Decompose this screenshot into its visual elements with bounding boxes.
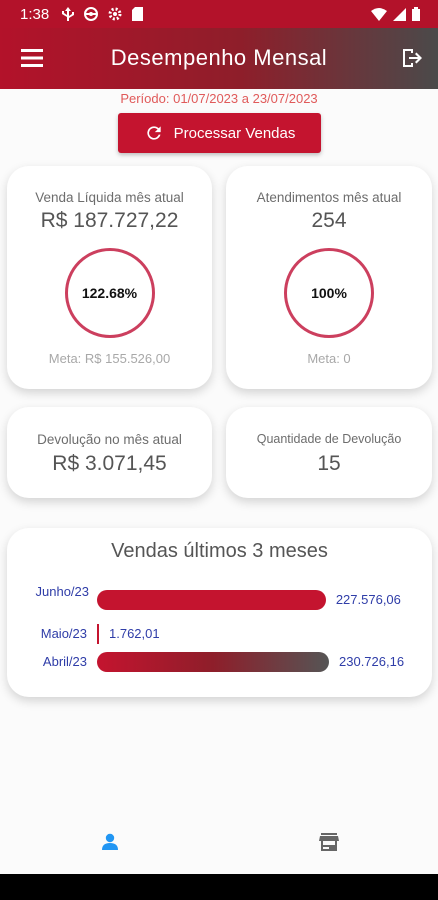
bar-label: Junho/23 [35, 584, 90, 599]
process-sales-label: Processar Vendas [173, 124, 296, 142]
services-progress-ring: 100% [284, 248, 374, 338]
bar-value: 230.726,16 [339, 654, 405, 669]
bar-value: 227.576,06 [335, 592, 401, 607]
app-bar: Desempenho Mensal [0, 28, 438, 89]
process-sales-button[interactable]: Processar Vendas [118, 113, 321, 153]
usb-icon [62, 7, 74, 21]
bar-label: Abril/23 [42, 654, 87, 669]
sales-bar-chart: Junho/23 227.576,06 Maio/23 1.762,01 Abril/2… [7, 528, 432, 697]
net-sales-progress-ring: 122.68% [64, 248, 155, 338]
store-icon[interactable] [319, 833, 339, 851]
services-value: 254 [311, 209, 347, 232]
bar [97, 652, 329, 672]
bar [97, 624, 99, 644]
period-text: Período: 01/07/2023 a 23/07/2023 [120, 91, 318, 106]
status-time: 1:38 [20, 6, 50, 23]
sales-chart-card: Vendas últimos 3 meses Junho/23 227.576,0… [7, 528, 432, 697]
system-navigation-bar [0, 874, 438, 900]
settings-icon [108, 7, 122, 21]
net-sales-meta: Meta: R$ 155.526,00 [48, 351, 171, 366]
refresh-icon [146, 126, 161, 140]
services-percent: 100% [311, 285, 347, 301]
returns-card: Devolução no mês atual R$ 3.071,45 [7, 407, 212, 498]
net-sales-card: Venda Líquida mês atual R$ 187.727,22 12… [7, 166, 212, 389]
returns-label: Devolução no mês atual [37, 432, 182, 447]
wifi-icon [371, 7, 387, 21]
returns-qty-card: Quantidade de Devolução 15 [226, 407, 432, 498]
bar-value: 1.762,01 [109, 626, 160, 641]
logout-icon[interactable] [400, 46, 424, 70]
returns-qty-value: 15 [317, 452, 341, 475]
services-meta: Meta: 0 [307, 351, 351, 366]
services-label: Atendimentos mês atual [256, 190, 402, 205]
battery-icon [412, 7, 420, 21]
sd-card-icon [132, 7, 143, 21]
signal-icon [393, 7, 406, 21]
status-bar: 1:38 [0, 0, 438, 28]
returns-qty-label: Quantidade de Devolução [256, 432, 402, 446]
bar [97, 590, 326, 610]
net-sales-percent: 122.68% [81, 285, 138, 301]
page-title: Desempenho Mensal [110, 45, 328, 70]
net-sales-value: R$ 187.727,22 [40, 209, 179, 232]
services-card: Atendimentos mês atual 254 100% Meta: 0 [226, 166, 432, 389]
profile-icon[interactable] [101, 833, 119, 851]
bar-label: Maio/23 [40, 626, 87, 641]
steering-icon [84, 7, 98, 21]
net-sales-label: Venda Líquida mês atual [35, 190, 184, 205]
returns-value: R$ 3.071,45 [52, 452, 167, 475]
bottom-navigation [0, 808, 438, 874]
